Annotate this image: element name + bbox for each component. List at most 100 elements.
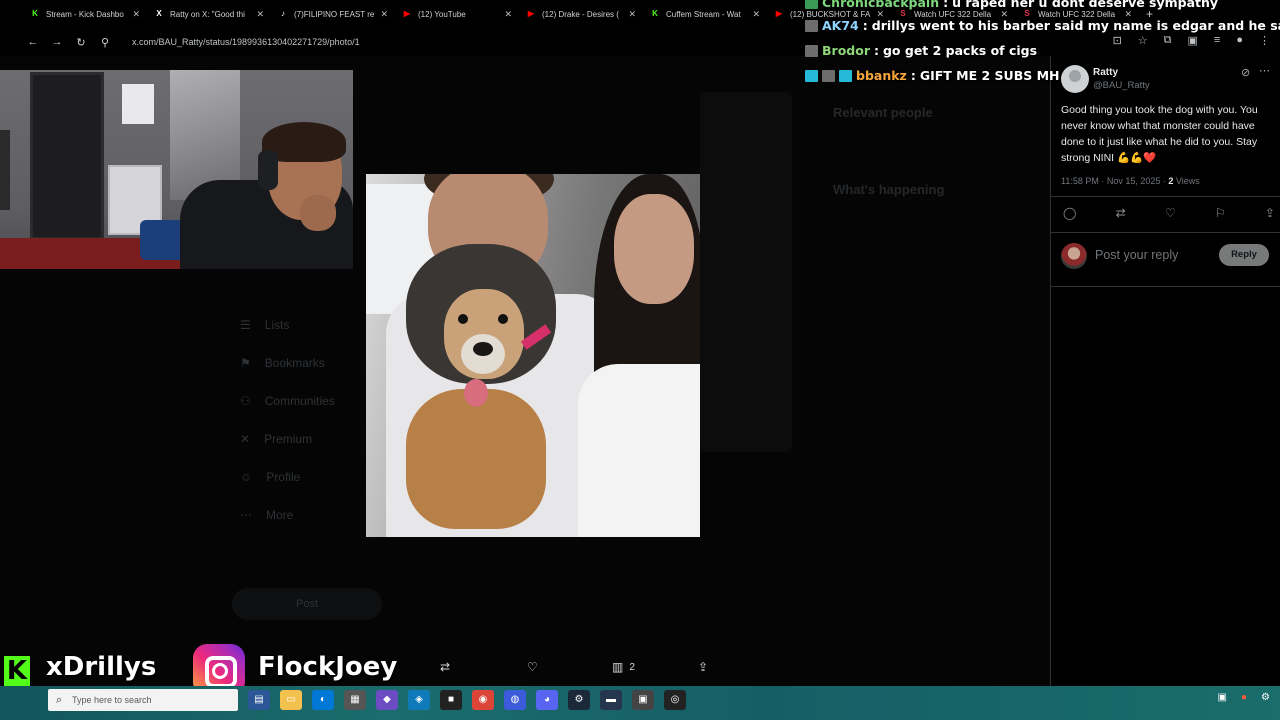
dimmed-right-column: Relevant people What's happening bbox=[805, 95, 1045, 207]
more-options-icon[interactable]: ⋯ bbox=[1259, 64, 1270, 77]
obs-icon[interactable]: ◎ bbox=[664, 690, 686, 710]
sidebar-icon[interactable]: ▣ bbox=[1188, 34, 1198, 47]
menu-dots-icon[interactable]: ⋮ bbox=[1259, 34, 1270, 47]
author-avatar[interactable] bbox=[1061, 65, 1089, 93]
app-icon[interactable]: ◍ bbox=[504, 690, 526, 710]
views-stat[interactable]: ▥ 2 bbox=[612, 660, 635, 674]
browser-tab[interactable]: ♪ (7)FILIPINO FEAST re ✕ bbox=[274, 0, 398, 28]
divider bbox=[1051, 286, 1280, 287]
relevant-people-heading: Relevant people bbox=[833, 105, 933, 120]
browser-tab[interactable]: X Ratty on X: "Good thi ✕ bbox=[150, 0, 274, 28]
browser-toolbar-icons: ⊡ ☆ ⧉ ▣ ≡ ● ⋮ bbox=[1113, 34, 1270, 47]
streamer-hand bbox=[300, 195, 336, 231]
chat-message: Chronicbackpain: u raped her u dont dese… bbox=[805, 0, 1218, 10]
tray-app-icon[interactable]: ▣ bbox=[1218, 692, 1227, 703]
url-field[interactable]: x.com/BAU_Ratty/status/19899361304022717… bbox=[132, 37, 360, 47]
profile-avatar-icon[interactable]: ● bbox=[1236, 34, 1243, 47]
chat-badge-icon bbox=[805, 44, 818, 57]
kick-username: xDrillys bbox=[46, 652, 157, 682]
chat-text: drillys went to his barber said my name … bbox=[871, 18, 1280, 33]
windows-taskbar: Type here to search ▤ ▭ ◐ ▦ ◆ ◈ ■ ◉ ◍ ◕ … bbox=[0, 686, 1280, 720]
tab-title: Cuffem Stream - Wat bbox=[666, 9, 741, 19]
app-icon[interactable]: ◈ bbox=[408, 690, 430, 710]
retweet-icon[interactable]: ⇄ bbox=[1116, 206, 1126, 220]
tab-close-icon[interactable]: ✕ bbox=[628, 9, 636, 20]
chat-badge-icon bbox=[822, 69, 835, 82]
tab-close-icon[interactable]: ✕ bbox=[256, 9, 264, 20]
chat-username: Chronicbackpain bbox=[822, 0, 940, 10]
tweet-actions: ◯ ⇄ ♡ ⚐ ⇪ bbox=[1063, 206, 1275, 220]
browser-tab[interactable]: K Stream - Kick Dashbo ✕ bbox=[26, 0, 150, 28]
browser-tab[interactable]: ▶ (12) Drake - Desires ( ✕ bbox=[522, 0, 646, 28]
chat-separator: : bbox=[862, 18, 868, 33]
tray-settings-icon[interactable]: ⚙ bbox=[1261, 692, 1270, 703]
tab-close-icon[interactable]: ✕ bbox=[132, 9, 140, 20]
tweet-text: Good thing you took the dog with you. Yo… bbox=[1061, 104, 1258, 164]
tab-title: (7)FILIPINO FEAST re bbox=[294, 9, 375, 19]
puppy-eye bbox=[498, 314, 508, 324]
more-circle-icon: ⋯ bbox=[240, 508, 252, 522]
browser-tab[interactable]: ▶ (12) YouTube ✕ bbox=[398, 0, 522, 28]
bookmark-star-icon[interactable]: ☆ bbox=[1138, 34, 1148, 47]
instagram-username: FlockJoey bbox=[258, 652, 398, 682]
app-icon[interactable]: ◆ bbox=[376, 690, 398, 710]
tab-title: Stream - Kick Dashbo bbox=[46, 9, 124, 19]
back-arrow-icon[interactable]: ← bbox=[24, 36, 42, 48]
author-display-name[interactable]: Ratty bbox=[1093, 67, 1118, 78]
app-icon[interactable]: ■ bbox=[440, 690, 462, 710]
extensions-icon[interactable]: ⧉ bbox=[1164, 34, 1172, 47]
media-control-icon[interactable]: ≡ bbox=[1214, 34, 1220, 47]
divider bbox=[1051, 232, 1280, 233]
discord-icon[interactable]: ◕ bbox=[536, 690, 558, 710]
tab-title: (12) Drake - Desires ( bbox=[542, 9, 619, 19]
streamer-webcam bbox=[0, 70, 353, 269]
grok-icon[interactable]: ⊘ bbox=[1241, 66, 1250, 79]
tab-title: Ratty on X: "Good thi bbox=[170, 9, 245, 19]
chat-badge-icon bbox=[805, 0, 818, 9]
reply-input[interactable]: Post your reply bbox=[1095, 248, 1178, 262]
share-icon[interactable]: ⇪ bbox=[1265, 206, 1275, 220]
tweet-timestamp[interactable]: 11:58 PM · Nov 15, 2025 · bbox=[1061, 176, 1168, 186]
like-heart-icon[interactable]: ♡ bbox=[527, 660, 538, 674]
tab-close-icon[interactable]: ✕ bbox=[504, 9, 512, 20]
chat-username: bbankz bbox=[856, 68, 907, 83]
app-icon[interactable]: ▬ bbox=[600, 690, 622, 710]
youtube-icon: ▶ bbox=[527, 9, 535, 18]
room-door bbox=[30, 72, 104, 240]
reply-button[interactable]: Reply bbox=[1219, 244, 1269, 266]
like-heart-icon[interactable]: ♡ bbox=[1165, 206, 1176, 220]
store-icon[interactable]: ▦ bbox=[344, 690, 366, 710]
site-info-icon[interactable]: ⚲ bbox=[96, 36, 114, 49]
browser-tab[interactable]: K Cuffem Stream - Wat ✕ bbox=[646, 0, 770, 28]
file-explorer-icon[interactable]: ▭ bbox=[280, 690, 302, 710]
tab-close-icon[interactable]: ✕ bbox=[380, 9, 388, 20]
screen: K Stream - Kick Dashbo ✕ X Ratty on X: "Good… bbox=[0, 0, 1280, 720]
tweet-photo[interactable] bbox=[366, 174, 700, 537]
bookmark-icon: ⚑ bbox=[240, 356, 251, 370]
author-handle[interactable]: @BAU_Ratty bbox=[1093, 80, 1150, 91]
reload-icon[interactable]: ↻ bbox=[72, 36, 90, 49]
task-view-icon[interactable]: ▤ bbox=[248, 690, 270, 710]
chat-badge-icon bbox=[805, 69, 818, 82]
viewer-avatar bbox=[1061, 243, 1087, 269]
tray-notification-icon[interactable]: ● bbox=[1241, 692, 1247, 703]
streamer-branding: K xDrillys FlockJoey bbox=[0, 644, 460, 696]
share-icon[interactable]: ⇪ bbox=[698, 660, 708, 674]
tab-close-icon[interactable]: ✕ bbox=[752, 9, 760, 20]
cast-icon[interactable]: ⊡ bbox=[1113, 34, 1122, 47]
bookmark-icon[interactable]: ⚐ bbox=[1215, 206, 1226, 220]
chrome-icon[interactable]: ◉ bbox=[472, 690, 494, 710]
app-icon[interactable]: ▣ bbox=[632, 690, 654, 710]
taskbar-search-input[interactable]: Type here to search bbox=[48, 689, 238, 711]
forward-arrow-icon[interactable]: → bbox=[48, 36, 66, 48]
divider bbox=[1051, 196, 1280, 197]
chat-username: Brodor bbox=[822, 43, 870, 58]
dimmed-media-strip bbox=[700, 92, 792, 452]
kick-icon: K bbox=[652, 9, 658, 18]
headset bbox=[258, 150, 278, 190]
tab-title: (12) YouTube bbox=[418, 9, 466, 19]
reply-icon[interactable]: ◯ bbox=[1063, 206, 1076, 220]
edge-icon[interactable]: ◐ bbox=[312, 690, 334, 710]
steam-icon[interactable]: ⚙ bbox=[568, 690, 590, 710]
kick-icon: K bbox=[32, 9, 38, 18]
